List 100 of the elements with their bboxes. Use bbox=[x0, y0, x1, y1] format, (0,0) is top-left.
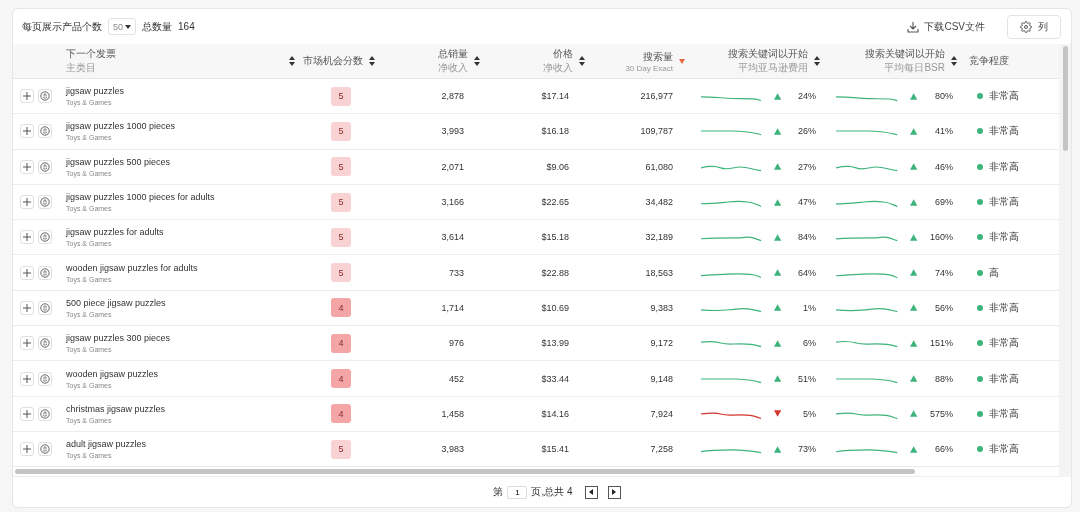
download-csv-button[interactable]: 下载CSV文件 bbox=[901, 19, 991, 34]
competition-level: 非常高 bbox=[989, 159, 1019, 174]
page-prefix: 第 bbox=[493, 485, 504, 499]
keyword-name[interactable]: 500 piece jigsaw puzzles bbox=[66, 297, 301, 308]
change-percent: 41% bbox=[934, 126, 953, 137]
competition-level: 非常高 bbox=[989, 124, 1019, 139]
change-percent: 1% bbox=[802, 302, 816, 313]
change-percent: 5% bbox=[802, 408, 816, 419]
search-volume: 216,977 bbox=[640, 91, 673, 102]
keyword-name[interactable]: christmas jigsaw puzzles bbox=[66, 403, 301, 414]
change-percent: 24% bbox=[797, 91, 816, 102]
score: 5 bbox=[331, 157, 351, 177]
per-page-select[interactable]: 50 bbox=[108, 18, 136, 35]
keyword-name[interactable]: wooden jigsaw puzzles bbox=[66, 368, 301, 379]
change-percent: 6% bbox=[802, 338, 816, 349]
score: 4 bbox=[331, 333, 351, 353]
page-input[interactable]: 1 bbox=[507, 485, 528, 499]
sales-value: 452 bbox=[448, 373, 464, 384]
competition-level: 非常高 bbox=[989, 406, 1019, 421]
price-value: $14.16 bbox=[541, 408, 569, 419]
score: 5 bbox=[331, 439, 351, 459]
column-header: 搜索量 bbox=[643, 49, 673, 64]
competition-level: 非常高 bbox=[989, 230, 1019, 245]
change-percent: 46% bbox=[934, 161, 953, 172]
total-count: 164 bbox=[178, 21, 195, 32]
score: 4 bbox=[331, 404, 351, 424]
columns-button[interactable]: 列 bbox=[1007, 14, 1061, 39]
price-value: $13.99 bbox=[541, 338, 569, 349]
sales-value: 3,993 bbox=[441, 126, 464, 137]
search-volume: 9,383 bbox=[650, 302, 673, 313]
score: 5 bbox=[331, 192, 351, 212]
sales-value: 976 bbox=[448, 338, 464, 349]
score: 4 bbox=[331, 369, 351, 388]
column-header: 价格 bbox=[553, 47, 573, 61]
column-subheader: 平均每日BSR bbox=[884, 61, 945, 75]
price-value: $22.65 bbox=[541, 197, 569, 208]
sales-value: 3,166 bbox=[441, 197, 464, 208]
column-header: 下一个发票 bbox=[66, 47, 116, 61]
competition-level: 高 bbox=[989, 265, 999, 280]
change-percent: 51% bbox=[797, 373, 816, 384]
price-value: $15.18 bbox=[541, 232, 569, 243]
search-volume: 61,080 bbox=[645, 161, 673, 172]
search-volume: 9,172 bbox=[650, 338, 673, 349]
search-volume: 32,189 bbox=[645, 232, 673, 243]
column-subheader: 主类目 bbox=[66, 61, 96, 75]
keyword-name[interactable]: jigsaw puzzles for adults bbox=[66, 227, 301, 238]
sales-value: 2,071 bbox=[441, 161, 464, 172]
price-value: $9.06 bbox=[546, 161, 569, 172]
price-value: $16.18 bbox=[541, 126, 569, 137]
score: 5 bbox=[331, 263, 351, 283]
keyword-name[interactable]: jigsaw puzzles 300 pieces bbox=[66, 333, 301, 344]
score: 5 bbox=[331, 86, 351, 106]
column-header: 总销量 bbox=[438, 47, 468, 61]
sales-value: 1,458 bbox=[441, 408, 464, 419]
change-percent: 56% bbox=[934, 302, 953, 313]
competition-level: 非常高 bbox=[989, 336, 1019, 351]
sales-value: 3,983 bbox=[441, 444, 464, 455]
price-value: $17.14 bbox=[541, 91, 569, 102]
page-total: 页,总共 4 bbox=[531, 485, 573, 499]
change-percent: 26% bbox=[797, 126, 816, 137]
keyword-name[interactable]: adult jigsaw puzzles bbox=[66, 439, 301, 450]
keyword-name[interactable]: jigsaw puzzles bbox=[66, 86, 301, 97]
total-label: 总数量 bbox=[142, 19, 172, 34]
search-volume: 9,148 bbox=[650, 373, 673, 384]
change-percent: 88% bbox=[934, 373, 953, 384]
competition-level: 非常高 bbox=[989, 371, 1019, 386]
search-volume: 7,258 bbox=[650, 444, 673, 455]
change-percent: 575% bbox=[928, 408, 953, 419]
competition-level: 非常高 bbox=[989, 89, 1019, 104]
change-percent: 73% bbox=[797, 444, 816, 455]
sales-value: 1,714 bbox=[441, 302, 464, 313]
search-volume: 18,563 bbox=[645, 267, 673, 278]
search-volume: 7,924 bbox=[650, 408, 673, 419]
competition-level: 非常高 bbox=[989, 195, 1019, 210]
score: 4 bbox=[331, 298, 351, 318]
change-percent: 74% bbox=[934, 267, 953, 278]
search-volume: 109,787 bbox=[640, 126, 673, 137]
column-header: 搜索关键词以开始 bbox=[728, 47, 808, 61]
change-percent: 84% bbox=[797, 232, 816, 243]
competition-level: 非常高 bbox=[989, 300, 1019, 315]
score: 5 bbox=[331, 121, 351, 141]
sales-value: 2,878 bbox=[441, 91, 464, 102]
keyword-name[interactable]: jigsaw puzzles 1000 pieces for adults bbox=[66, 192, 301, 203]
price-value: $15.41 bbox=[541, 444, 569, 455]
price-value: $10.69 bbox=[541, 302, 569, 313]
keyword-name[interactable]: jigsaw puzzles 500 pieces bbox=[66, 156, 301, 167]
per-page-label: 每页展示产品个数 bbox=[22, 19, 102, 34]
column-subheader: 净收入 bbox=[543, 61, 573, 75]
column-subheader: 30 Day Exact bbox=[625, 63, 673, 73]
price-value: $22.88 bbox=[541, 267, 569, 278]
change-percent: 27% bbox=[797, 161, 816, 172]
keyword-name[interactable]: jigsaw puzzles 1000 pieces bbox=[66, 121, 301, 132]
change-percent: 69% bbox=[934, 197, 953, 208]
change-percent: 66% bbox=[934, 444, 953, 455]
change-percent: 64% bbox=[797, 267, 816, 278]
column-header: 竞争程度 bbox=[969, 54, 1009, 68]
sales-value: 733 bbox=[448, 267, 464, 278]
column-subheader: 平均亚马逊费用 bbox=[738, 61, 808, 75]
change-percent: 80% bbox=[934, 91, 953, 102]
keyword-name[interactable]: wooden jigsaw puzzles for adults bbox=[66, 262, 301, 273]
